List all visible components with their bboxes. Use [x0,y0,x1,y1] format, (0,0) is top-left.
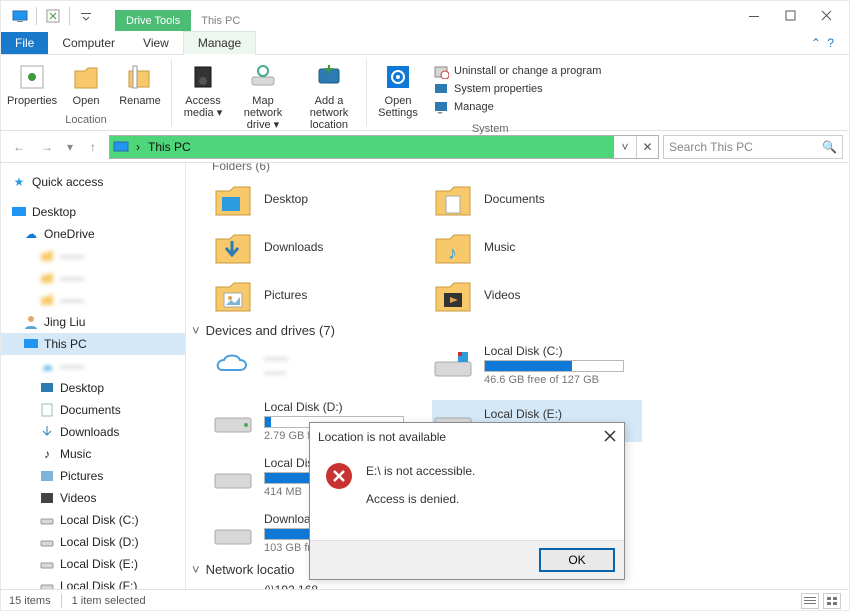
tab-manage[interactable]: Manage [183,31,256,55]
search-icon: 🔍 [822,140,837,154]
view-large-button[interactable] [823,593,841,609]
pc-icon [11,7,29,25]
tree-downloads-lib[interactable]: Downloads [1,421,185,443]
ribbon-add-location[interactable]: Add a network location [298,59,360,133]
drive-c[interactable]: Local Disk (C:)46.6 GB free of 127 GB [432,344,642,386]
tree-documents-lib[interactable]: Documents [1,399,185,421]
dialog-message-1: E:\ is not accessible. [366,461,475,481]
tree-drive-f[interactable]: Local Disk (F:) [1,575,185,589]
tree-onedrive-item[interactable]: —— [1,245,185,267]
window-title: This PC [191,11,250,31]
help-button[interactable]: ⌃ ? [807,32,841,54]
svg-text:♪: ♪ [448,243,457,263]
ribbon-properties[interactable]: Properties [7,59,57,109]
tree-user[interactable]: Jing Liu [1,311,185,333]
tree-onedrive-item[interactable]: —— [1,267,185,289]
address-bar[interactable]: › This PC ˅ ✕ [109,135,659,159]
breadcrumb-thispc[interactable]: This PC [144,140,195,154]
error-icon [324,461,354,491]
section-drives: Devices and drives (7) [206,323,335,338]
net-drive-1[interactable]: (\\192.168.230 GB free of 1.76 TB [212,583,422,589]
tree-drive-e[interactable]: Local Disk (E:) [1,553,185,575]
nav-up[interactable]: ↑ [81,135,105,159]
ribbon-open-settings[interactable]: Open Settings [373,59,423,121]
qat-dropdown[interactable] [77,7,95,25]
tree-desktop[interactable]: Desktop [1,201,185,223]
tree-drive-d[interactable]: Local Disk (D:) [1,531,185,553]
minimize-button[interactable] [737,3,773,29]
folder-pictures[interactable]: Pictures [212,275,422,315]
tree-drive-c[interactable]: Local Disk (C:) [1,509,185,531]
error-dialog: Location is not available E:\ is not acc… [309,422,625,580]
folder-documents[interactable]: Documents [432,179,642,219]
ribbon-group-location: Location [7,114,165,128]
dialog-ok-button[interactable]: OK [540,549,614,571]
tree-pictures-lib[interactable]: Pictures [1,465,185,487]
folder-music[interactable]: ♪Music [432,227,642,267]
tree-videos-lib[interactable]: Videos [1,487,185,509]
breadcrumb-root[interactable]: › [132,140,144,154]
tree-quick-access[interactable]: ★Quick access [1,171,185,193]
tree-onedrive[interactable]: ☁OneDrive [1,223,185,245]
tab-file[interactable]: File [1,32,48,54]
search-input[interactable]: Search This PC 🔍 [663,135,843,159]
tree-this-pc[interactable]: This PC [1,333,185,355]
tree-desktop-lib[interactable]: Desktop [1,377,185,399]
folder-desktop[interactable]: Desktop [212,179,422,219]
ribbon-manage[interactable]: Manage [433,99,601,115]
status-selection: 1 item selected [72,595,146,607]
nav-tree[interactable]: ★Quick access Desktop ☁OneDrive —— —— ——… [1,163,186,589]
maximize-button[interactable] [773,3,809,29]
address-refresh[interactable]: ✕ [636,136,658,158]
folder-downloads[interactable]: Downloads [212,227,422,267]
net-drive-2[interactable]: 419 MB free of 56.7 GB [432,583,642,589]
tree-cloud[interactable]: ☁—— [1,355,185,377]
tree-music-lib[interactable]: ♪Music [1,443,185,465]
folder-videos[interactable]: Videos [432,275,642,315]
ribbon-map-drive[interactable]: Map network drive ▾ [232,59,294,133]
dialog-close-button[interactable] [604,430,616,445]
pc-icon [110,139,132,155]
tree-onedrive-item[interactable]: —— [1,289,185,311]
nav-forward[interactable]: → [35,135,59,159]
ribbon-rename[interactable]: Rename [115,59,165,109]
drive-cloud[interactable]: ———— [212,344,422,386]
dialog-title: Location is not available [318,430,446,444]
ribbon-uninstall[interactable]: Uninstall or change a program [433,63,601,79]
context-tab-drive-tools[interactable]: Drive Tools [115,10,191,31]
section-network: Network locatio [206,562,295,577]
status-count: 15 items [9,595,51,607]
ribbon-sysprops[interactable]: System properties [433,81,601,97]
ribbon-open[interactable]: Open [61,59,111,109]
view-details-button[interactable] [801,593,819,609]
address-dropdown[interactable]: ˅ [614,136,636,158]
search-placeholder: Search This PC [669,140,818,154]
chevron-down-icon[interactable]: ˅ [192,323,200,338]
close-button[interactable] [809,3,845,29]
tab-computer[interactable]: Computer [48,32,129,54]
tab-view[interactable]: View [129,32,183,54]
chevron-down-icon[interactable]: ˅ [192,562,200,577]
dialog-message-2: Access is denied. [366,489,475,509]
nav-back[interactable]: ← [7,135,31,159]
ribbon-access-media[interactable]: Access media ▾ [178,59,228,121]
properties-qat-icon[interactable] [44,7,62,25]
nav-recent[interactable]: ▾ [63,135,77,159]
